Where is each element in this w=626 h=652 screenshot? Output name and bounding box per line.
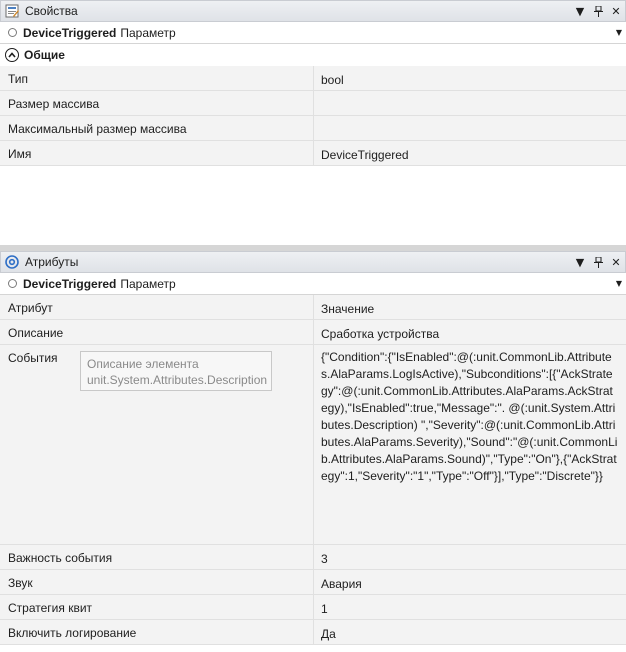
attribute-row[interactable]: Стратегия квит 1 — [0, 595, 626, 620]
properties-panel: Свойства ▼ ✕ DeviceTriggered Параметр ▼ … — [0, 0, 626, 245]
object-radio-icon — [8, 279, 17, 288]
attribute-key: Стратегия квит — [0, 595, 314, 619]
attribute-key: Звук — [0, 570, 314, 594]
close-icon[interactable]: ✕ — [607, 2, 625, 20]
attribute-row[interactable]: Описание Сработка устройства — [0, 320, 626, 345]
tooltip: Описание элемента unit.System.Attributes… — [80, 351, 272, 391]
dropdown-arrow-icon[interactable]: ▼ — [612, 279, 626, 288]
header-attribute: Атрибут — [0, 295, 314, 319]
attribute-row[interactable]: Включить логирование Да — [0, 620, 626, 645]
attribute-key: События Описание элемента unit.System.At… — [0, 345, 314, 544]
object-type: Параметр — [120, 276, 176, 291]
attribute-value[interactable]: Да — [314, 620, 626, 644]
property-key: Тип — [0, 66, 314, 90]
attribute-key: Включить логирование — [0, 620, 314, 644]
attribute-row[interactable]: Звук Авария — [0, 570, 626, 595]
properties-icon — [5, 4, 19, 18]
pin-icon[interactable] — [589, 253, 607, 271]
attribute-value[interactable]: Сработка устройства — [314, 320, 626, 344]
attributes-panel: Атрибуты ▼ ✕ DeviceTriggered Параметр ▼ … — [0, 251, 626, 652]
property-key: Максимальный размер массива — [0, 116, 314, 140]
object-selector[interactable]: DeviceTriggered Параметр ▼ — [0, 22, 626, 44]
property-value[interactable]: bool — [314, 66, 626, 90]
property-row[interactable]: Тип bool — [0, 66, 626, 91]
object-name: DeviceTriggered — [23, 276, 117, 291]
object-type: Параметр — [120, 25, 176, 40]
property-row[interactable]: Максимальный размер массива — [0, 116, 626, 141]
dropdown-arrow-icon[interactable]: ▼ — [612, 28, 626, 37]
attribute-key-label: События — [8, 351, 58, 365]
attribute-value[interactable]: 3 — [314, 545, 626, 569]
object-radio-icon — [8, 28, 17, 37]
attribute-value[interactable]: {"Condition":{"IsEnabled":@(:unit.Common… — [314, 345, 626, 544]
object-selector[interactable]: DeviceTriggered Параметр ▼ — [0, 273, 626, 295]
attributes-header-row: Атрибут Значение — [0, 295, 626, 320]
attribute-row[interactable]: События Описание элемента unit.System.At… — [0, 345, 626, 545]
object-name: DeviceTriggered — [23, 25, 117, 40]
pin-icon[interactable] — [589, 2, 607, 20]
property-row[interactable]: Размер массива — [0, 91, 626, 116]
close-icon[interactable]: ✕ — [607, 253, 625, 271]
group-header-general[interactable]: Общие — [0, 44, 626, 66]
attribute-value[interactable]: 1 — [314, 595, 626, 619]
property-value[interactable] — [314, 116, 626, 140]
group-label: Общие — [24, 48, 65, 62]
properties-titlebar: Свойства ▼ ✕ — [0, 0, 626, 22]
attributes-title: Атрибуты — [25, 255, 79, 269]
properties-title: Свойства — [25, 4, 78, 18]
attributes-titlebar: Атрибуты ▼ ✕ — [0, 251, 626, 273]
attribute-key: Описание — [0, 320, 314, 344]
property-value[interactable] — [314, 91, 626, 115]
attribute-row[interactable]: Важность события 3 — [0, 545, 626, 570]
property-value[interactable]: DeviceTriggered — [314, 141, 626, 165]
property-key: Имя — [0, 141, 314, 165]
chevron-up-icon[interactable] — [5, 48, 19, 62]
attribute-key: Важность события — [0, 545, 314, 569]
header-value: Значение — [321, 302, 375, 316]
at-sign-icon — [5, 255, 19, 269]
property-key: Размер массива — [0, 91, 314, 115]
property-row[interactable]: Имя DeviceTriggered — [0, 141, 626, 166]
panel-menu-button[interactable]: ▼ — [571, 253, 589, 271]
panel-menu-button[interactable]: ▼ — [571, 2, 589, 20]
attribute-value[interactable]: Авария — [314, 570, 626, 594]
